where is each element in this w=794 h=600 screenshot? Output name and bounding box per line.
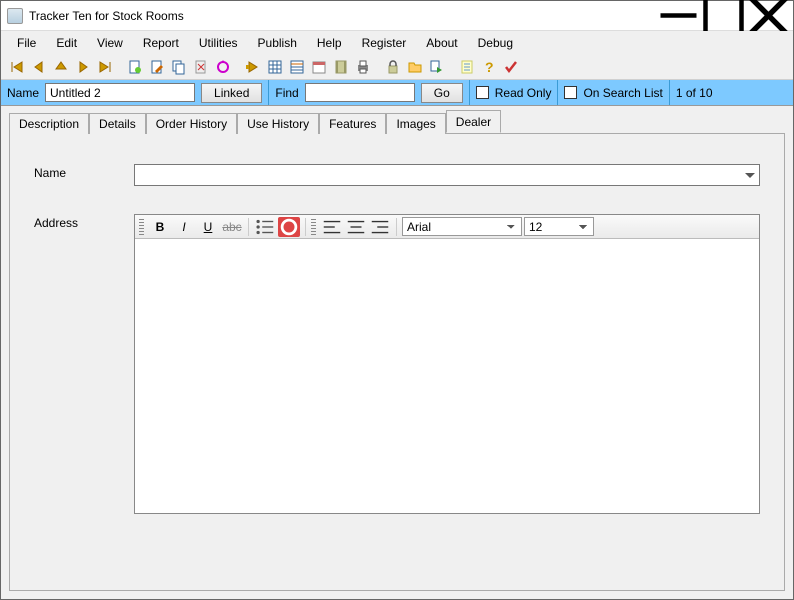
- nav-last-icon[interactable]: [95, 57, 115, 77]
- find-label: Find: [275, 86, 298, 100]
- notes-icon[interactable]: [457, 57, 477, 77]
- tab-description[interactable]: Description: [9, 113, 89, 134]
- nav-next-icon[interactable]: [73, 57, 93, 77]
- font-family-select[interactable]: Arial: [402, 217, 522, 236]
- lock-icon[interactable]: [383, 57, 403, 77]
- name-label: Name: [7, 86, 39, 100]
- doc-new-icon[interactable]: [125, 57, 145, 77]
- tab-features[interactable]: Features: [319, 113, 386, 134]
- maximize-button[interactable]: [701, 2, 746, 30]
- find-input[interactable]: [305, 83, 415, 102]
- menu-utilities[interactable]: Utilities: [189, 33, 248, 53]
- toolbar-grip-icon: [311, 219, 316, 235]
- menu-report[interactable]: Report: [133, 33, 189, 53]
- doc-refresh-icon[interactable]: [213, 57, 233, 77]
- menu-debug[interactable]: Debug: [468, 33, 523, 53]
- name-input[interactable]: [45, 83, 195, 102]
- doc-delete-icon[interactable]: [191, 57, 211, 77]
- list-icon[interactable]: [287, 57, 307, 77]
- editor-toolbar: B I U abc Arial 12: [135, 215, 759, 239]
- color-button[interactable]: [278, 217, 300, 237]
- tab-order-history[interactable]: Order History: [146, 113, 237, 134]
- go-button[interactable]: Go: [421, 83, 463, 103]
- dealer-name-label: Name: [34, 164, 134, 180]
- menu-publish[interactable]: Publish: [248, 33, 307, 53]
- menu-register[interactable]: Register: [352, 33, 417, 53]
- menu-edit[interactable]: Edit: [46, 33, 87, 53]
- readonly-label: Read Only: [495, 86, 552, 100]
- align-left-button[interactable]: [321, 217, 343, 237]
- content-area: Description Details Order History Use Hi…: [1, 106, 793, 599]
- record-counter: 1 of 10: [676, 86, 713, 100]
- address-editor: B I U abc Arial 12: [134, 214, 760, 514]
- doc-edit-icon[interactable]: [147, 57, 167, 77]
- linked-button[interactable]: Linked: [201, 83, 262, 103]
- chevron-down-icon: [745, 173, 755, 178]
- menu-view[interactable]: View: [87, 33, 133, 53]
- tab-strip: Description Details Order History Use Hi…: [9, 112, 785, 133]
- toolbar-grip-icon: [139, 219, 144, 235]
- grid-icon[interactable]: [265, 57, 285, 77]
- minimize-button[interactable]: [656, 2, 701, 30]
- filter-bar: Name Linked Find Go Read Only On Search …: [1, 80, 793, 106]
- titlebar: Tracker Ten for Stock Rooms: [1, 1, 793, 31]
- close-button[interactable]: [746, 2, 791, 30]
- film-icon[interactable]: [331, 57, 351, 77]
- calendar-icon[interactable]: [309, 57, 329, 77]
- italic-button[interactable]: I: [173, 217, 195, 237]
- menubar: File Edit View Report Utilities Publish …: [1, 31, 793, 54]
- nav-prev-icon[interactable]: [29, 57, 49, 77]
- readonly-checkbox[interactable]: [476, 86, 489, 99]
- menu-help[interactable]: Help: [307, 33, 352, 53]
- app-window: Tracker Ten for Stock Rooms File Edit Vi…: [0, 0, 794, 600]
- tab-use-history[interactable]: Use History: [237, 113, 319, 134]
- tab-dealer[interactable]: Dealer: [446, 110, 501, 133]
- bold-button[interactable]: B: [149, 217, 171, 237]
- tab-images[interactable]: Images: [386, 113, 445, 134]
- print-icon[interactable]: [353, 57, 373, 77]
- svg-text:?: ?: [485, 59, 494, 75]
- underline-button[interactable]: U: [197, 217, 219, 237]
- doc-copy-icon[interactable]: [169, 57, 189, 77]
- align-right-button[interactable]: [369, 217, 391, 237]
- editor-body[interactable]: [135, 239, 759, 513]
- bullet-list-button[interactable]: [254, 217, 276, 237]
- font-size-select[interactable]: 12: [524, 217, 594, 236]
- align-center-button[interactable]: [345, 217, 367, 237]
- window-title: Tracker Ten for Stock Rooms: [29, 9, 656, 23]
- check-icon[interactable]: [501, 57, 521, 77]
- tab-panel-dealer: Name Address B I U abc: [9, 133, 785, 591]
- menu-about[interactable]: About: [416, 33, 467, 53]
- folder-icon[interactable]: [405, 57, 425, 77]
- dealer-name-combo[interactable]: [134, 164, 760, 186]
- help-icon[interactable]: ?: [479, 57, 499, 77]
- toolbar: ?: [1, 54, 793, 80]
- app-icon: [7, 8, 23, 24]
- tab-details[interactable]: Details: [89, 113, 146, 134]
- export-icon[interactable]: [427, 57, 447, 77]
- dealer-address-label: Address: [34, 214, 134, 230]
- strike-button[interactable]: abc: [221, 217, 243, 237]
- onsearch-checkbox[interactable]: [564, 86, 577, 99]
- nav-first-icon[interactable]: [7, 57, 27, 77]
- menu-file[interactable]: File: [7, 33, 46, 53]
- link-icon[interactable]: [243, 57, 263, 77]
- onsearch-label: On Search List: [583, 86, 662, 100]
- nav-up-icon[interactable]: [51, 57, 71, 77]
